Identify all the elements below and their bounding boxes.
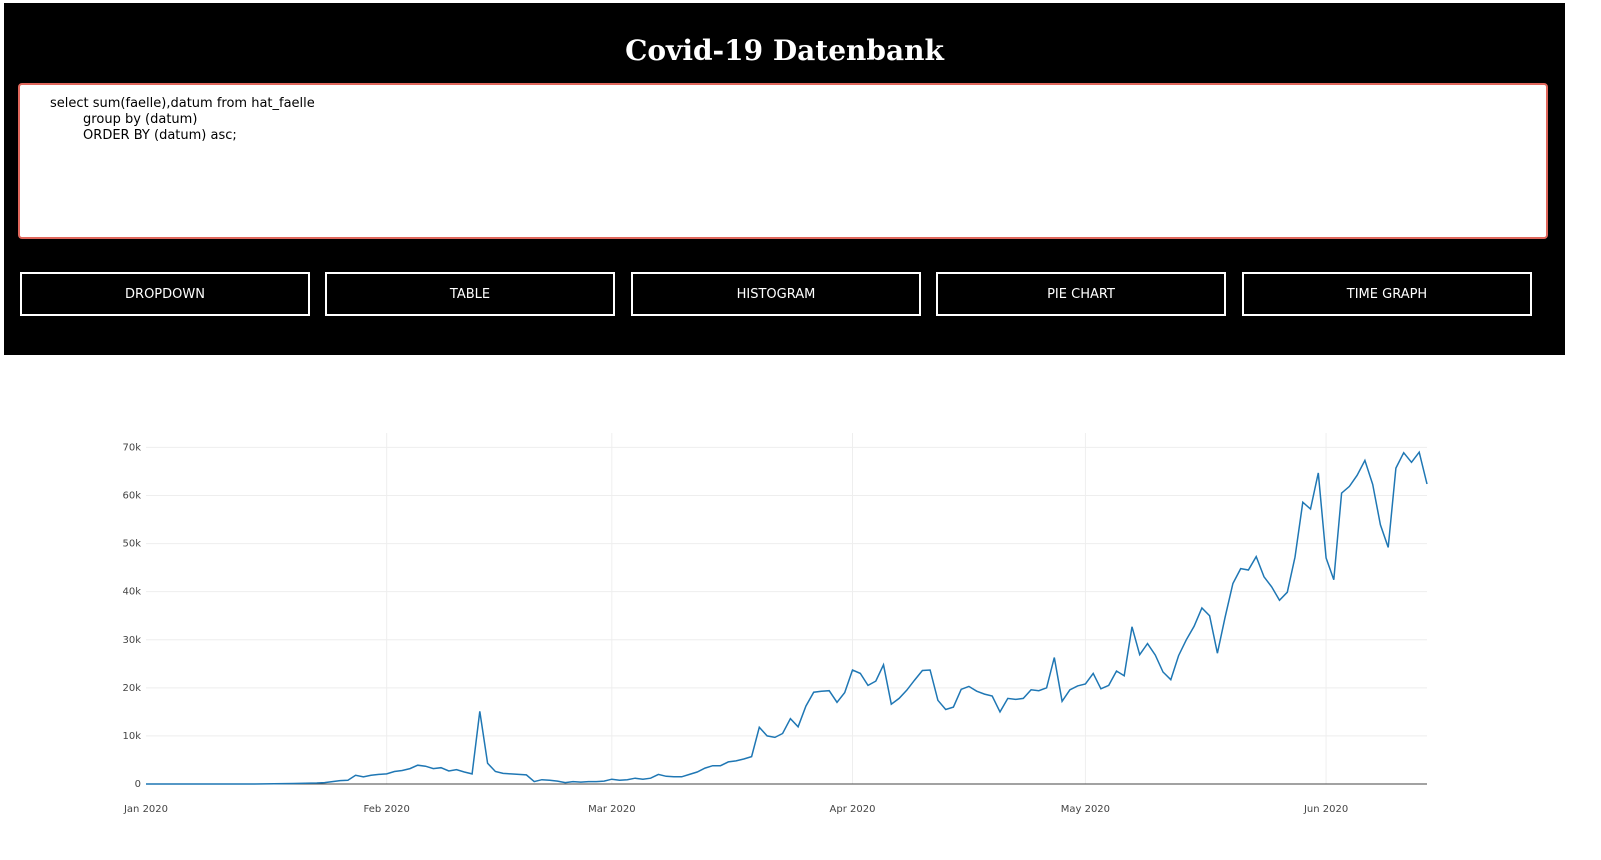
time-graph-button[interactable]: TIME GRAPH: [1242, 272, 1532, 316]
y-tick-label: 40k: [122, 587, 141, 598]
page-title: Covid-19 Datenbank: [625, 34, 944, 67]
x-tick-label: Jan 2020: [123, 804, 168, 815]
dropdown-button[interactable]: DROPDOWN: [20, 272, 310, 316]
y-tick-label: 60k: [122, 491, 141, 502]
x-tick-label: Feb 2020: [364, 804, 410, 815]
chart-grid: [146, 433, 1427, 784]
histogram-button[interactable]: HISTOGRAM: [631, 272, 921, 316]
time-graph-chart[interactable]: 0 10k 20k 30k 40k 50k 60k 70k Jan 2020 Feb 2020 Ma…: [0, 355, 1601, 860]
header-bar: Covid-19 Datenbank DROPDOWN TABLE HISTOG…: [4, 3, 1565, 355]
sql-query-input[interactable]: [18, 83, 1548, 239]
x-tick-label: Jun 2020: [1303, 804, 1348, 815]
y-tick-label: 10k: [122, 731, 141, 742]
table-button[interactable]: TABLE: [325, 272, 615, 316]
x-tick-label: May 2020: [1061, 804, 1110, 815]
chart-axis-ticks: 0 10k 20k 30k 40k 50k 60k 70k Jan 2020 Feb 2020 Ma…: [122, 442, 1348, 815]
y-tick-label: 20k: [122, 683, 141, 694]
y-tick-label: 30k: [122, 635, 141, 646]
y-tick-label: 50k: [122, 539, 141, 550]
y-tick-label: 70k: [122, 442, 141, 453]
x-tick-label: Apr 2020: [830, 804, 876, 815]
pie-chart-button[interactable]: PIE CHART: [936, 272, 1226, 316]
y-tick-label: 0: [135, 779, 141, 790]
x-tick-label: Mar 2020: [588, 804, 636, 815]
series-line: [146, 450, 1428, 785]
